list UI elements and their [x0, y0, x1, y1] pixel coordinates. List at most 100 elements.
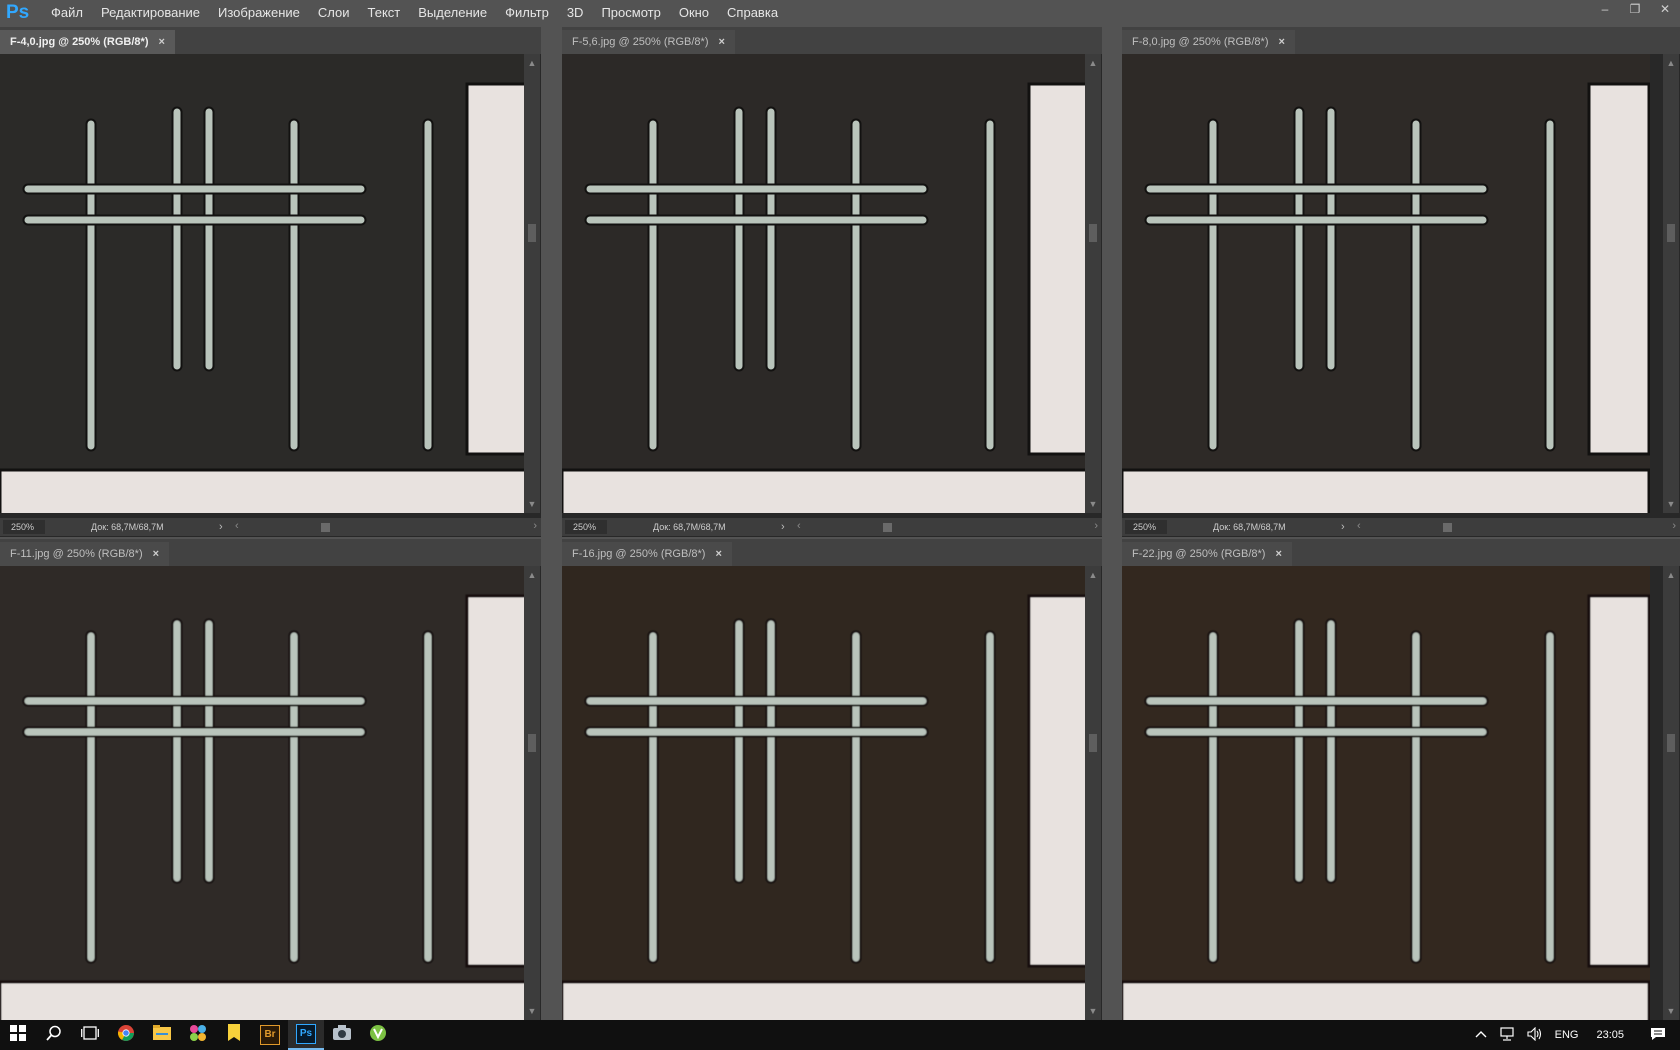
zoom-field[interactable]: 250%	[1125, 520, 1167, 534]
zoom-field[interactable]: 250%	[3, 520, 45, 534]
menu-text[interactable]: Текст	[359, 0, 410, 26]
document-canvas[interactable]	[1122, 566, 1650, 1020]
vertical-scrollbar[interactable]: ▲ ▼	[1085, 566, 1101, 1020]
green-app-button[interactable]	[360, 1020, 396, 1050]
clock[interactable]: 23:05	[1584, 1029, 1636, 1041]
tab-close-button[interactable]: ×	[153, 548, 159, 560]
scroll-thumb[interactable]	[528, 734, 536, 752]
menu-edit[interactable]: Редактирование	[92, 0, 209, 26]
scroll-right-icon[interactable]: ›	[1672, 520, 1676, 532]
photoshop-button[interactable]: Ps	[288, 1020, 324, 1050]
scroll-up-icon[interactable]: ▲	[1663, 570, 1679, 580]
start-icon	[10, 1024, 26, 1046]
close-button[interactable]: ✕	[1650, 0, 1680, 18]
menu-view[interactable]: Просмотр	[592, 0, 669, 26]
restore-button[interactable]: ❐	[1620, 0, 1650, 18]
scroll-thumb[interactable]	[528, 224, 536, 242]
sticky-notes-button[interactable]	[216, 1020, 252, 1050]
horizontal-scrollbar[interactable]: ‹ ›	[233, 518, 541, 536]
notification-icon	[1650, 1027, 1666, 1044]
bridge-button[interactable]: Br	[252, 1020, 288, 1050]
action-center-button[interactable]	[1636, 1027, 1680, 1044]
show-hidden-icons-button[interactable]	[1469, 1029, 1493, 1041]
scroll-thumb[interactable]	[1667, 224, 1675, 242]
scroll-right-icon[interactable]: ›	[1094, 520, 1098, 532]
vertical-scrollbar[interactable]: ▲ ▼	[524, 54, 540, 513]
tab-close-button[interactable]: ×	[158, 36, 164, 48]
scroll-left-icon[interactable]: ‹	[1357, 520, 1361, 532]
menu-3d[interactable]: 3D	[558, 0, 593, 26]
tab-close-button[interactable]: ×	[1279, 36, 1285, 48]
tab-close-button[interactable]: ×	[715, 548, 721, 560]
document-tab[interactable]: F-8,0.jpg @ 250% (RGB/8*) ×	[1122, 30, 1295, 54]
search-button[interactable]	[36, 1020, 72, 1050]
camera-app-icon	[333, 1025, 351, 1045]
tab-close-button[interactable]: ×	[1275, 548, 1281, 560]
document-canvas[interactable]	[562, 54, 1090, 513]
scroll-thumb[interactable]	[321, 523, 330, 532]
volume-button[interactable]	[1521, 1026, 1549, 1044]
menu-image[interactable]: Изображение	[209, 0, 309, 26]
status-menu-arrow-icon[interactable]: ›	[1341, 521, 1355, 533]
language-indicator[interactable]: ENG	[1549, 1029, 1585, 1041]
scroll-thumb[interactable]	[883, 523, 892, 532]
menu-help[interactable]: Справка	[718, 0, 787, 26]
search-icon	[46, 1025, 62, 1046]
document-canvas[interactable]	[1122, 54, 1650, 513]
task-view-button[interactable]	[72, 1020, 108, 1050]
scroll-up-icon[interactable]: ▲	[524, 58, 540, 68]
scroll-up-icon[interactable]: ▲	[524, 570, 540, 580]
menu-select[interactable]: Выделение	[409, 0, 496, 26]
menu-file[interactable]: Файл	[42, 0, 92, 26]
scroll-down-icon[interactable]: ▼	[524, 1006, 540, 1016]
scroll-thumb[interactable]	[1089, 224, 1097, 242]
document-tab-bar: F-5,6.jpg @ 250% (RGB/8*) ×	[562, 27, 1102, 54]
scroll-down-icon[interactable]: ▼	[1663, 499, 1679, 509]
menu-layers[interactable]: Слои	[309, 0, 359, 26]
scroll-thumb[interactable]	[1667, 734, 1675, 752]
pinwheel-app-button[interactable]	[180, 1020, 216, 1050]
network-button[interactable]	[1493, 1026, 1521, 1044]
scroll-left-icon[interactable]: ‹	[797, 520, 801, 532]
status-menu-arrow-icon[interactable]: ›	[219, 521, 233, 533]
scroll-up-icon[interactable]: ▲	[1663, 58, 1679, 68]
scroll-down-icon[interactable]: ▼	[1663, 1006, 1679, 1016]
window-controls: – ❐ ✕	[1590, 0, 1680, 18]
document-tab[interactable]: F-11.jpg @ 250% (RGB/8*) ×	[0, 542, 170, 566]
status-menu-arrow-icon[interactable]: ›	[781, 521, 795, 533]
vertical-scrollbar[interactable]: ▲ ▼	[1085, 54, 1101, 513]
menu-filter[interactable]: Фильтр	[496, 0, 558, 26]
scroll-down-icon[interactable]: ▼	[1085, 499, 1101, 509]
scroll-up-icon[interactable]: ▲	[1085, 58, 1101, 68]
scroll-down-icon[interactable]: ▼	[1085, 1006, 1101, 1016]
horizontal-scrollbar[interactable]: ‹ ›	[795, 518, 1102, 536]
document-tab[interactable]: F-22.jpg @ 250% (RGB/8*) ×	[1122, 542, 1292, 566]
scroll-down-icon[interactable]: ▼	[524, 499, 540, 509]
chrome-button[interactable]	[108, 1020, 144, 1050]
photoshop-logo[interactable]: Ps	[6, 3, 29, 23]
document-canvas[interactable]	[562, 566, 1090, 1020]
scroll-right-icon[interactable]: ›	[533, 520, 537, 532]
scroll-thumb[interactable]	[1443, 523, 1452, 532]
scroll-thumb[interactable]	[1089, 734, 1097, 752]
menu-window[interactable]: Окно	[670, 0, 718, 26]
document-canvas[interactable]	[0, 566, 528, 1020]
minimize-button[interactable]: –	[1590, 0, 1620, 18]
file-explorer-button[interactable]	[144, 1020, 180, 1050]
resolution-target-image	[0, 54, 528, 513]
vertical-scrollbar[interactable]: ▲ ▼	[524, 566, 540, 1020]
document-tab[interactable]: F-16.jpg @ 250% (RGB/8*) ×	[562, 542, 732, 566]
camera-app-button[interactable]	[324, 1020, 360, 1050]
horizontal-scrollbar[interactable]: ‹ ›	[1355, 518, 1680, 536]
zoom-field[interactable]: 250%	[565, 520, 607, 534]
scroll-left-icon[interactable]: ‹	[235, 520, 239, 532]
file-explorer-icon	[153, 1024, 171, 1046]
document-tab[interactable]: F-5,6.jpg @ 250% (RGB/8*) ×	[562, 30, 735, 54]
vertical-scrollbar[interactable]: ▲ ▼	[1663, 54, 1679, 513]
scroll-up-icon[interactable]: ▲	[1085, 570, 1101, 580]
start-button[interactable]	[0, 1020, 36, 1050]
vertical-scrollbar[interactable]: ▲ ▼	[1663, 566, 1679, 1020]
document-canvas[interactable]	[0, 54, 528, 513]
tab-close-button[interactable]: ×	[719, 36, 725, 48]
document-tab[interactable]: F-4,0.jpg @ 250% (RGB/8*) ×	[0, 30, 175, 54]
